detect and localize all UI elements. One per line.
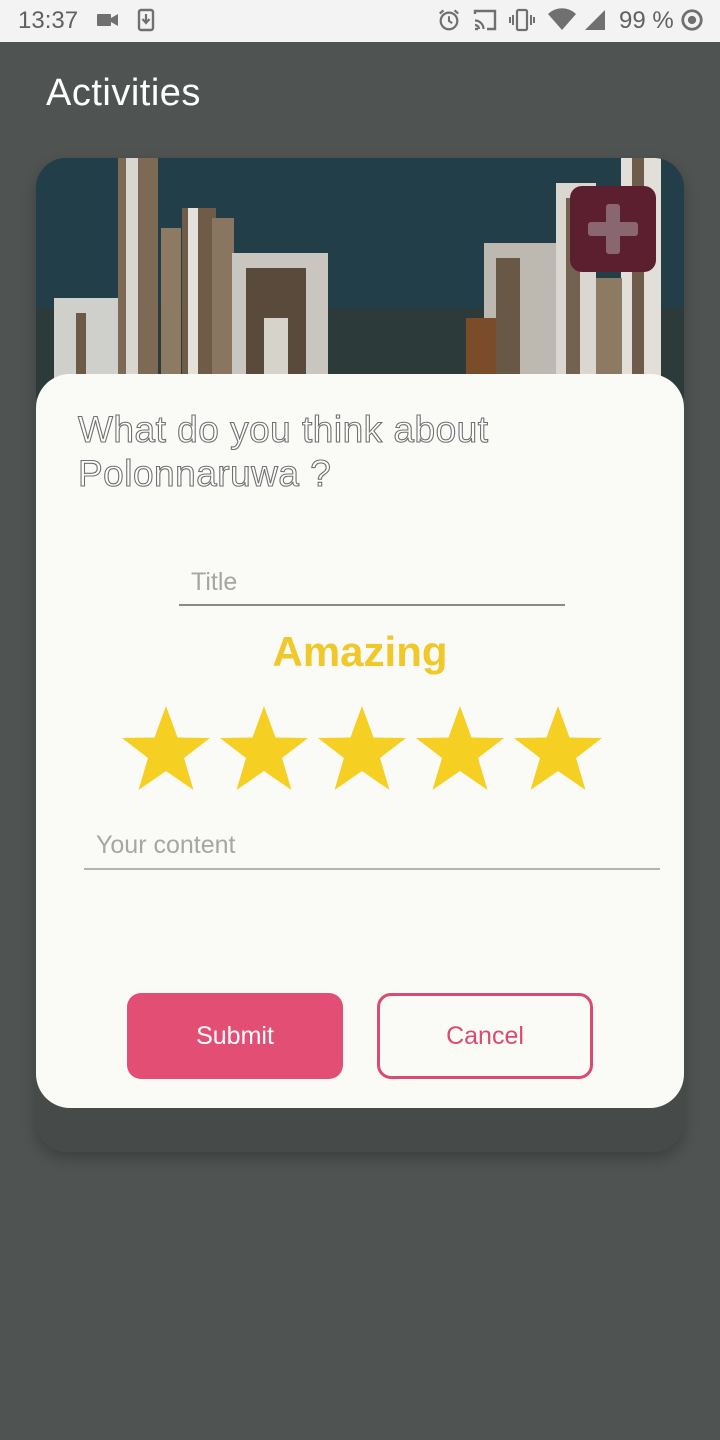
star-icon[interactable] [414, 704, 506, 792]
vibrate-icon [509, 8, 535, 32]
star-icon[interactable] [120, 704, 212, 792]
review-dialog: What do you think about Polonnaruwa ? Am… [36, 374, 684, 1108]
title-input[interactable] [179, 560, 565, 606]
page-title: Activities [46, 72, 201, 114]
star-icon[interactable] [316, 704, 408, 792]
cancel-button[interactable]: Cancel [377, 993, 593, 1079]
star-icon[interactable] [512, 704, 604, 792]
alarm-icon [439, 9, 459, 31]
add-button[interactable] [570, 186, 656, 272]
cast-icon [473, 9, 497, 31]
rating-label: Amazing [272, 628, 448, 675]
dialog-question: What do you think about Polonnaruwa ? [77, 408, 489, 494]
sync-icon [681, 9, 703, 31]
plus-icon [588, 204, 638, 254]
star-icon[interactable] [218, 704, 310, 792]
video-camera-icon [97, 14, 118, 26]
submit-button[interactable]: Submit [127, 993, 343, 1079]
star-rating[interactable] [120, 704, 604, 794]
wifi-icon [548, 8, 576, 30]
screen: 13:37 99 % Activities What do you think … [0, 0, 720, 1440]
status-time: 13:37 [18, 7, 79, 34]
signal-icon [585, 10, 605, 30]
download-icon [137, 8, 155, 32]
content-input[interactable] [84, 822, 660, 870]
battery-percent: 99 % [619, 7, 674, 34]
status-bar: 13:37 99 % [0, 0, 720, 42]
